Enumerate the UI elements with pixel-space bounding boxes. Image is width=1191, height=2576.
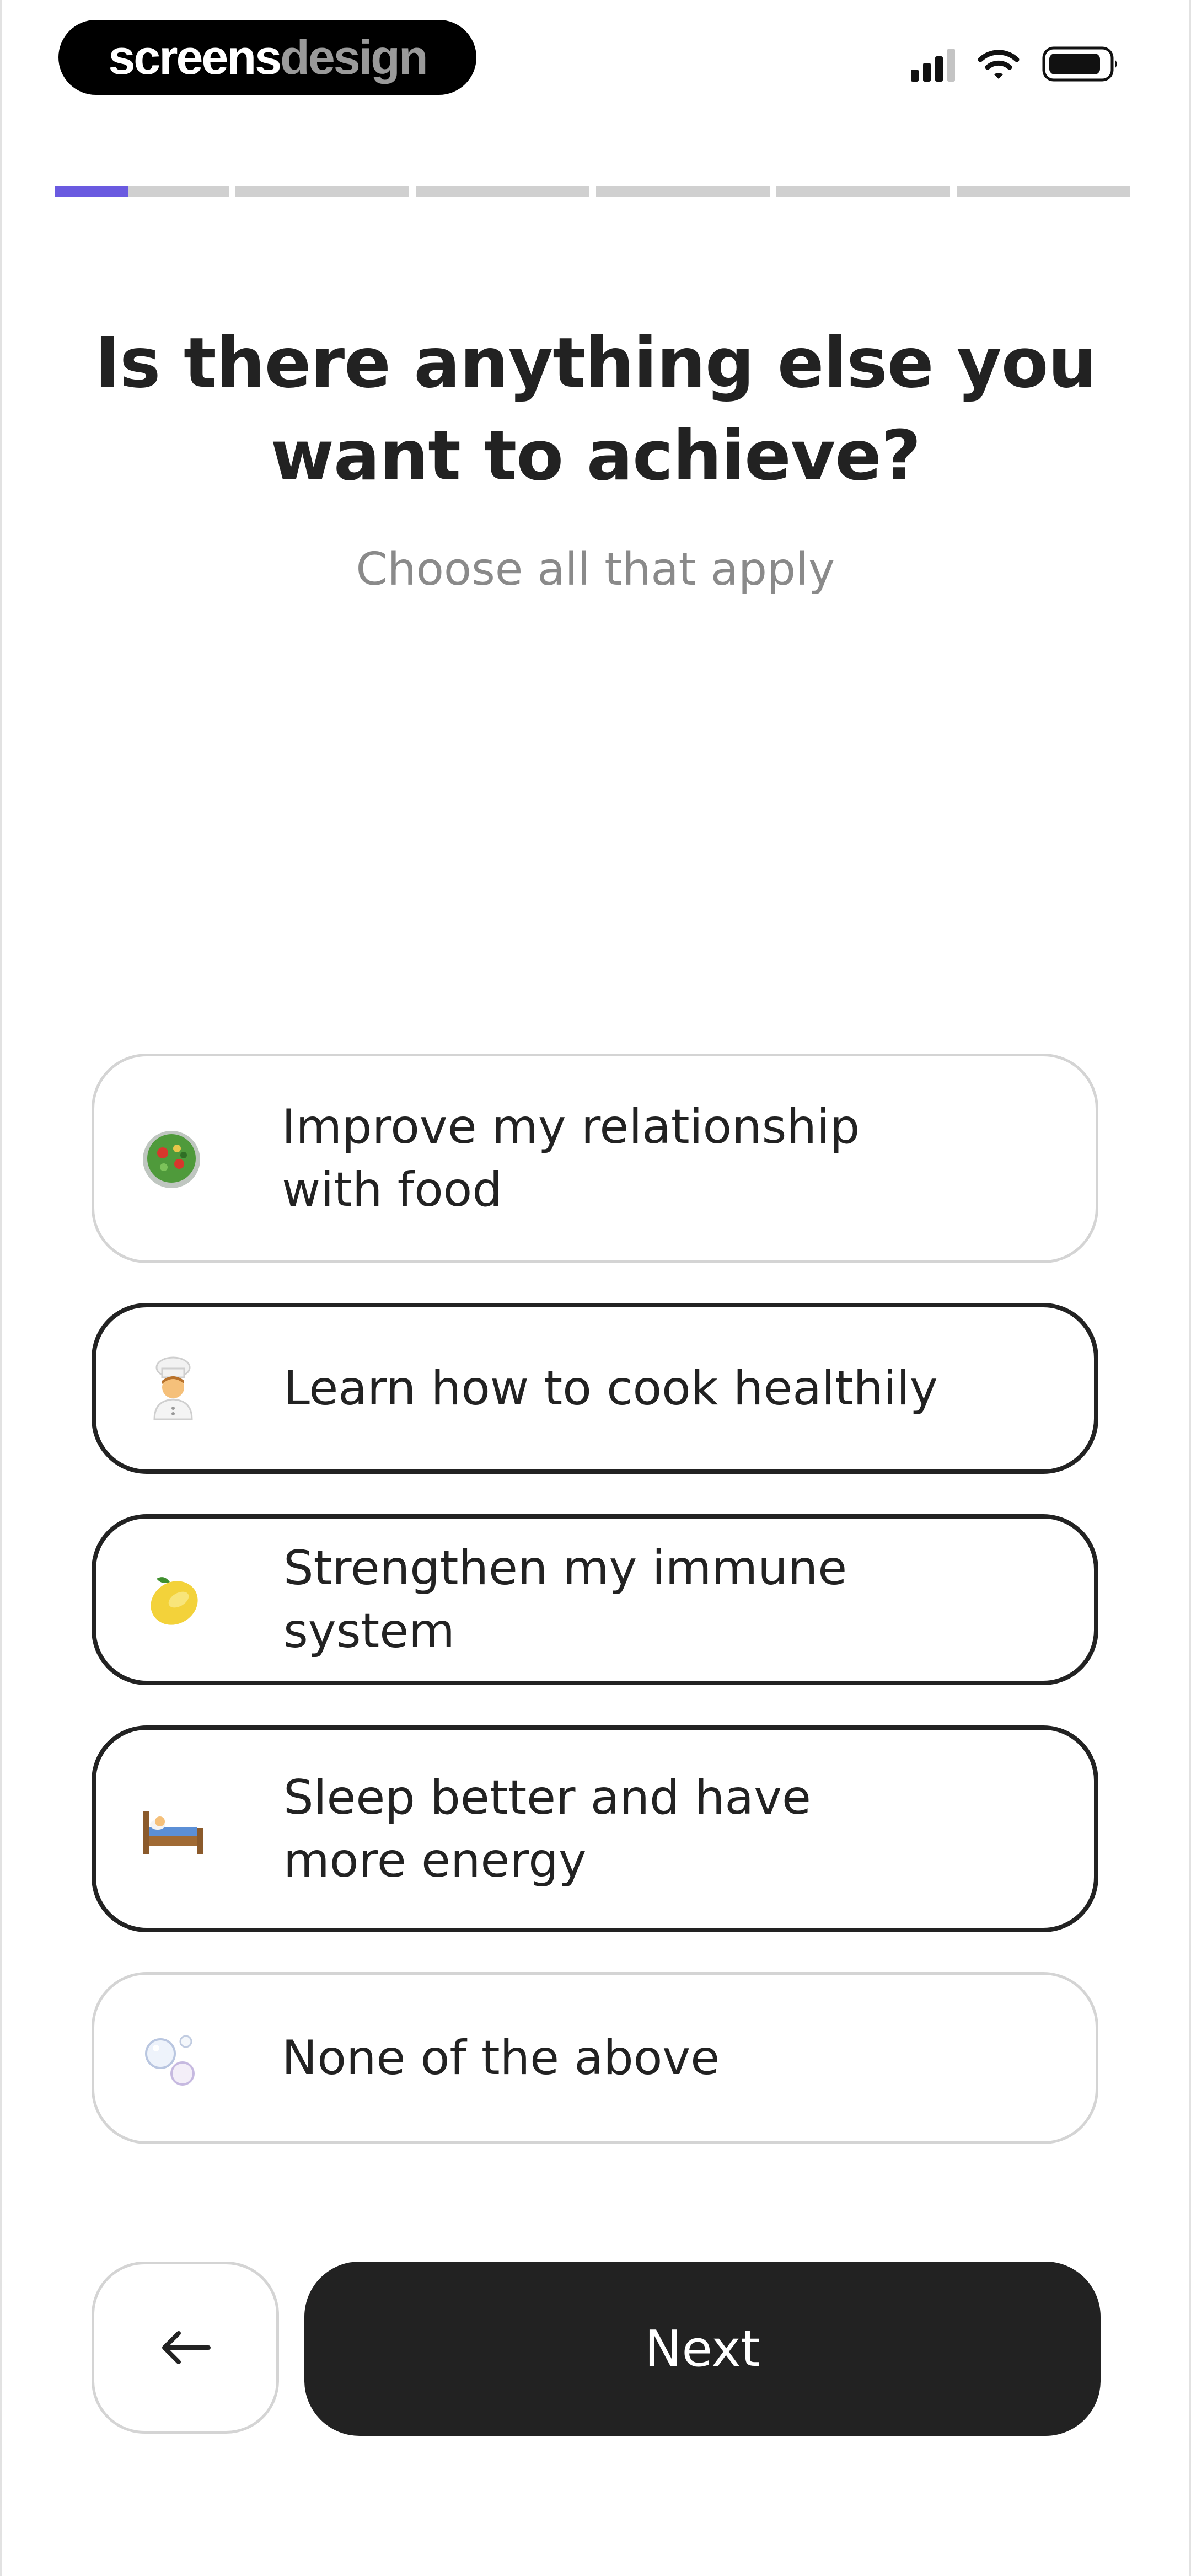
- question-title: Is there anything else you want to achie…: [88, 317, 1103, 503]
- bubbles-icon: [145, 2035, 195, 2086]
- signal-icon: [911, 46, 955, 82]
- progress-segment: [416, 186, 589, 197]
- option-none-of-the-above[interactable]: None of the above: [92, 1972, 1098, 2144]
- option-strengthen-immune-system[interactable]: Strengthen my immune system: [92, 1514, 1098, 1685]
- arrow-left-icon: [162, 2331, 211, 2364]
- lemon-icon: [151, 1577, 198, 1625]
- option-label: Improve my relationship with food: [282, 1095, 1029, 1221]
- question-subtitle: Choose all that apply: [356, 543, 835, 596]
- left-edge: [0, 0, 2, 2576]
- title-line-2: want to achieve?: [270, 416, 921, 496]
- progress-segment: [776, 186, 950, 197]
- progress-segment: [55, 186, 229, 197]
- option-label: Sleep better and have more energy: [283, 1766, 1028, 1892]
- option-label: None of the above: [282, 2030, 720, 2086]
- back-button[interactable]: [92, 2262, 279, 2434]
- progress-segment: [235, 186, 409, 197]
- progress-fill: [55, 186, 128, 197]
- option-label-line-1: Sleep better and have: [283, 1770, 811, 1825]
- option-label-line-2: with food: [282, 1162, 502, 1217]
- option-label-line-2: more energy: [283, 1832, 587, 1888]
- progress-segment: [596, 186, 770, 197]
- option-label: Strengthen my immune system: [283, 1541, 847, 1659]
- onboarding-screen: screens design Is there anything else you…: [0, 0, 1191, 2576]
- option-label-line-1: Improve my relationship: [282, 1099, 860, 1155]
- logo-word-screens: screens: [108, 30, 282, 84]
- next-button[interactable]: Next: [304, 2262, 1101, 2436]
- option-label: Learn how to cook healthily: [283, 1361, 938, 1416]
- screensdesign-logo: screens design: [58, 20, 476, 95]
- cook-icon: [153, 1356, 193, 1420]
- status-bar: [911, 46, 1119, 82]
- logo-word-design: design: [280, 30, 428, 84]
- salad-icon: [143, 1131, 200, 1188]
- battery-icon: [1042, 46, 1117, 82]
- title-line-1: Is there anything else you: [94, 323, 1097, 403]
- bed-icon: [143, 1811, 203, 1854]
- option-learn-to-cook[interactable]: Learn how to cook healthily: [92, 1303, 1098, 1474]
- option-improve-relationship-with-food[interactable]: Improve my relationship with food: [92, 1054, 1098, 1263]
- progress-segment: [957, 186, 1130, 197]
- step-progress-bar: [55, 186, 1130, 197]
- option-sleep-better[interactable]: Sleep better and have more energy: [92, 1725, 1098, 1932]
- wifi-icon: [978, 50, 1020, 79]
